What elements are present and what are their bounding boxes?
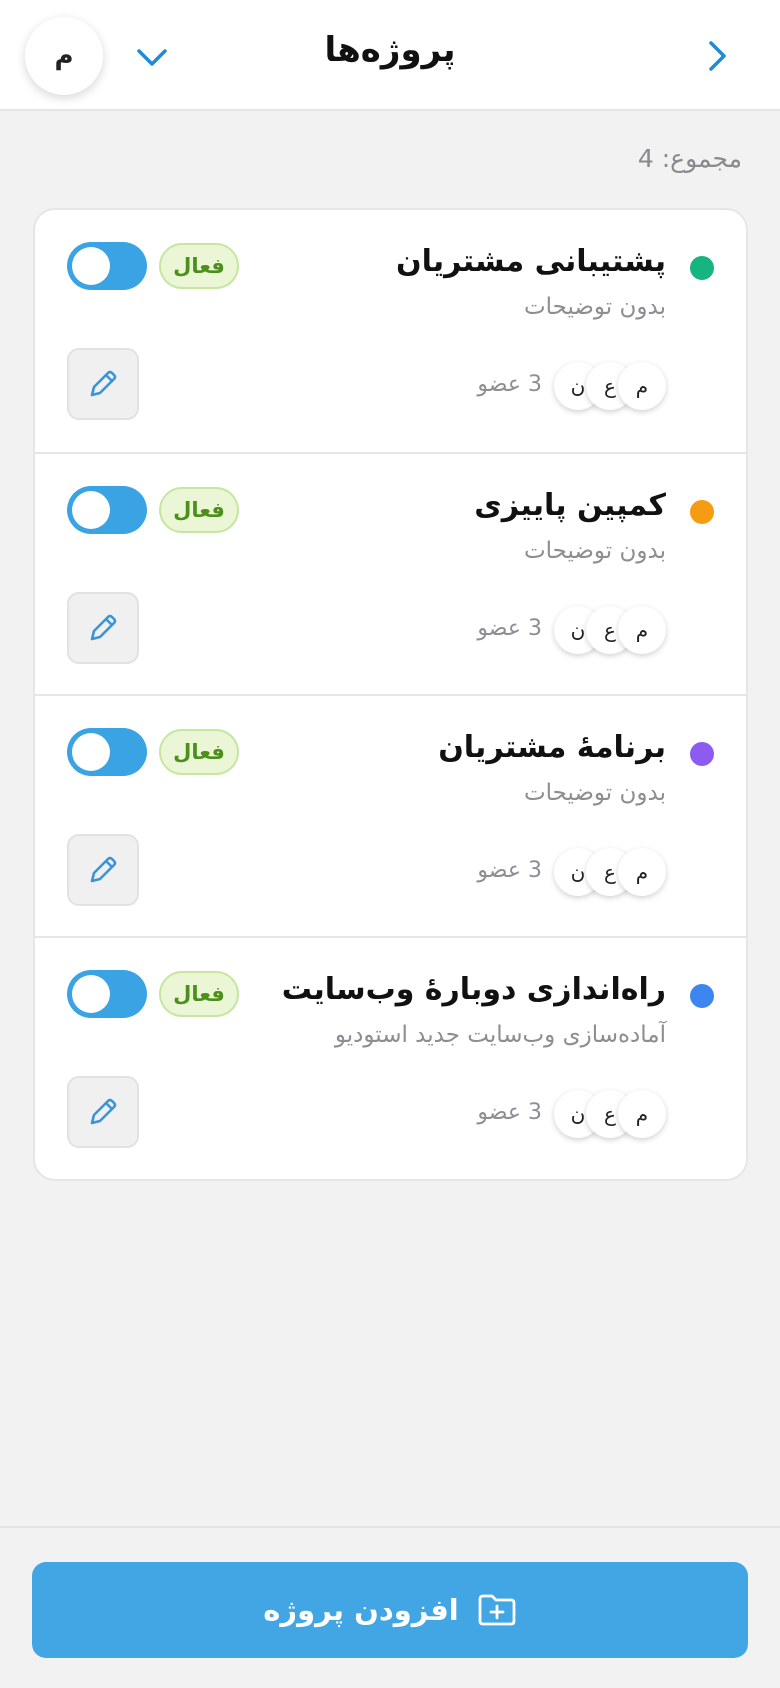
active-toggle[interactable] [67, 242, 147, 290]
project-color-dot [690, 256, 714, 280]
member-avatar: م [618, 848, 666, 896]
member-avatar: م [618, 1090, 666, 1138]
folder-plus-icon [478, 1594, 516, 1626]
pencil-icon [90, 856, 117, 883]
project-color-dot [690, 984, 714, 1008]
edit-button[interactable] [67, 592, 139, 664]
member-count: 3 عضو [477, 858, 542, 883]
project-description: بدون توضیحات [523, 538, 666, 564]
project-card[interactable]: راه‌اندازی دوبارهٔ وب‌سایت آماده‌سازی وب… [35, 936, 746, 1178]
status-badge: فعال [159, 729, 239, 775]
toggle-knob [72, 975, 110, 1013]
project-name: پشتیبانی مشتریان [396, 244, 666, 279]
page-title: پروژه‌ها [324, 30, 456, 70]
active-toggle[interactable] [67, 728, 147, 776]
project-name: کمپین پاییزی [474, 488, 666, 523]
chevron-down-icon [137, 49, 167, 66]
member-avatar: م [618, 362, 666, 410]
app-header: پروژه‌ها م [0, 0, 780, 111]
total-count: مجموع: 4 [637, 144, 742, 173]
edit-button[interactable] [67, 348, 139, 420]
project-card[interactable]: برنامهٔ مشتریان بدون توضیحات فعال م ع ن … [35, 694, 746, 936]
member-avatars: م ع ن [554, 606, 666, 656]
project-description: بدون توضیحات [523, 780, 666, 806]
project-name: برنامهٔ مشتریان [438, 730, 666, 765]
edit-button[interactable] [67, 834, 139, 906]
project-description: آماده‌سازی وب‌سایت جدید استودیو [334, 1022, 666, 1048]
edit-button[interactable] [67, 1076, 139, 1148]
project-card[interactable]: پشتیبانی مشتریان بدون توضیحات فعال م ع ن… [35, 210, 746, 452]
active-toggle[interactable] [67, 970, 147, 1018]
member-avatars: م ع ن [554, 848, 666, 898]
status-badge: فعال [159, 243, 239, 289]
add-project-button[interactable]: افزودن پروژه [32, 1562, 748, 1658]
pencil-icon [90, 614, 117, 641]
project-color-dot [690, 742, 714, 766]
member-avatar: م [618, 606, 666, 654]
project-card[interactable]: کمپین پاییزی بدون توضیحات فعال م ع ن 3 ع… [35, 452, 746, 694]
active-toggle[interactable] [67, 486, 147, 534]
pencil-icon [90, 1098, 117, 1125]
toggle-knob [72, 491, 110, 529]
member-avatars: م ع ن [554, 362, 666, 412]
project-color-dot [690, 500, 714, 524]
member-count: 3 عضو [477, 372, 542, 397]
user-avatar[interactable]: م [25, 17, 103, 95]
toggle-knob [72, 733, 110, 771]
project-description: بدون توضیحات [523, 294, 666, 320]
member-count: 3 عضو [477, 616, 542, 641]
status-badge: فعال [159, 487, 239, 533]
status-badge: فعال [159, 971, 239, 1017]
toggle-knob [72, 247, 110, 285]
add-project-label: افزودن پروژه [263, 1593, 459, 1627]
footer-bar: افزودن پروژه [0, 1526, 780, 1688]
project-list: پشتیبانی مشتریان بدون توضیحات فعال م ع ن… [33, 208, 748, 1181]
member-count: 3 عضو [477, 1100, 542, 1125]
project-name: راه‌اندازی دوبارهٔ وب‌سایت [281, 972, 666, 1007]
member-avatars: م ع ن [554, 1090, 666, 1140]
workspace-switcher[interactable] [130, 36, 174, 80]
pencil-icon [90, 370, 117, 397]
